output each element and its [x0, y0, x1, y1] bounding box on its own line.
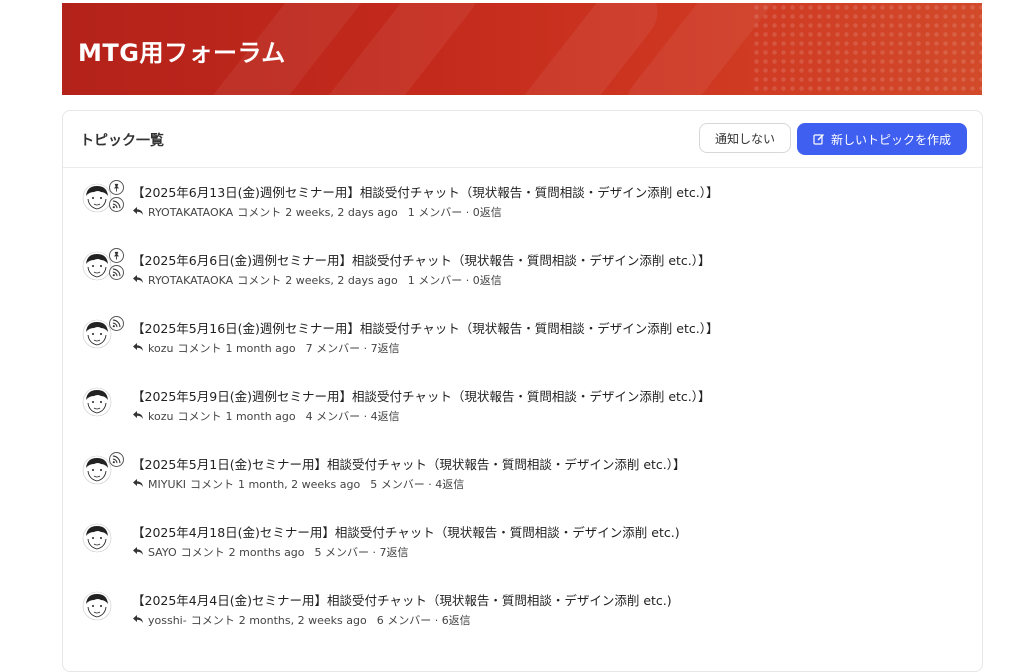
banner-dot-pattern: [752, 3, 982, 95]
topic-author[interactable]: RYOTAKATAOKA: [148, 206, 233, 219]
comment-label: コメント: [237, 206, 282, 219]
new-topic-button[interactable]: 新しいトピックを作成: [796, 123, 967, 155]
topic-avatar-group: [80, 587, 128, 627]
topic-row[interactable]: 【2025年4月4日(金)セミナー用】相談受付チャット（現状報告・質問相談・デザ…: [80, 587, 960, 643]
forum-banner: MTG用フォーラム: [62, 3, 982, 95]
topic-meta: MIYUKI コメント 1 month, 2 weeks ago 5 メンバー …: [132, 476, 464, 492]
topic-avatar-group: [80, 519, 128, 559]
topic-stats: 7 メンバー · 7返信: [305, 342, 400, 355]
reply-icon: [132, 478, 144, 491]
avatar[interactable]: [82, 591, 112, 621]
topic-meta: RYOTAKATAOKA コメント 2 weeks, 2 days ago 1 …: [132, 204, 502, 220]
topic-row[interactable]: 【2025年5月9日(金)週例セミナー用】相談受付チャット（現状報告・質問相談・…: [80, 383, 960, 439]
topic-stats: 1 メンバー · 0返信: [407, 206, 502, 219]
topic-row[interactable]: 【2025年5月16日(金)週例セミナー用】相談受付チャット（現状報告・質問相談…: [80, 315, 960, 371]
topic-title-link[interactable]: 【2025年6月6日(金)週例セミナー用】相談受付チャット（現状報告・質問相談・…: [132, 250, 711, 269]
topic-title-link[interactable]: 【2025年5月9日(金)週例セミナー用】相談受付チャット（現状報告・質問相談・…: [132, 386, 711, 405]
topic-stats: 6 メンバー · 6返信: [376, 614, 471, 627]
topic-last-activity: 2 weeks, 2 days ago: [285, 205, 398, 219]
rss-icon: [109, 452, 124, 467]
comment-label: コメント: [177, 342, 222, 355]
topic-list-panel: トピック一覧 通知しない 新しいトピックを作成 【2025年6月13日(金)週例…: [62, 110, 983, 672]
topic-meta: RYOTAKATAOKA コメント 2 weeks, 2 days ago 1 …: [132, 272, 502, 288]
topic-avatar-group: [80, 179, 128, 219]
edit-icon: [813, 134, 824, 145]
new-topic-label: 新しいトピックを作成: [830, 132, 951, 147]
avatar[interactable]: [82, 183, 112, 213]
topic-author[interactable]: yosshi-: [148, 614, 187, 627]
topic-avatar-group: [80, 451, 128, 491]
reply-icon: [132, 614, 144, 627]
reply-icon: [132, 342, 144, 355]
avatar[interactable]: [82, 319, 112, 349]
comment-label: コメント: [190, 614, 235, 627]
topic-title-link[interactable]: 【2025年5月16日(金)週例セミナー用】相談受付チャット（現状報告・質問相談…: [132, 318, 718, 337]
topic-author[interactable]: RYOTAKATAOKA: [148, 274, 233, 287]
comment-label: コメント: [189, 478, 234, 491]
topic-stats: 5 メンバー · 4返信: [370, 478, 465, 491]
rss-icon: [109, 197, 124, 212]
mute-notifications-button[interactable]: 通知しない: [698, 123, 791, 153]
topic-last-activity: 2 weeks, 2 days ago: [285, 273, 398, 287]
topic-author[interactable]: SAYO: [148, 546, 177, 559]
avatar[interactable]: [82, 523, 112, 553]
topic-meta: kozu コメント 1 month ago 4 メンバー · 4返信: [132, 408, 400, 424]
topic-author[interactable]: kozu: [148, 342, 173, 355]
topic-stats: 4 メンバー · 4返信: [305, 410, 400, 423]
topic-list-title: トピック一覧: [80, 133, 164, 149]
rss-icon: [109, 316, 124, 331]
topic-row[interactable]: 【2025年6月13日(金)週例セミナー用】相談受付チャット（現状報告・質問相談…: [80, 179, 960, 235]
pin-icon: [109, 180, 124, 195]
topic-row[interactable]: 【2025年5月1日(金)セミナー用】相談受付チャット（現状報告・質問相談・デザ…: [80, 451, 960, 507]
topic-title-link[interactable]: 【2025年6月13日(金)週例セミナー用】相談受付チャット（現状報告・質問相談…: [132, 182, 718, 201]
topic-meta: kozu コメント 1 month ago 7 メンバー · 7返信: [132, 340, 400, 356]
rss-icon: [109, 265, 124, 280]
topic-last-activity: 2 months ago: [228, 545, 305, 559]
topic-row[interactable]: 【2025年4月18日(金)セミナー用】相談受付チャット（現状報告・質問相談・デ…: [80, 519, 960, 575]
topic-last-activity: 1 month, 2 weeks ago: [237, 477, 361, 491]
topic-avatar-group: [80, 247, 128, 287]
avatar[interactable]: [82, 387, 112, 417]
topic-meta: SAYO コメント 2 months ago 5 メンバー · 7返信: [132, 544, 409, 560]
topic-last-activity: 2 months, 2 weeks ago: [238, 613, 367, 627]
topic-title-link[interactable]: 【2025年5月1日(金)セミナー用】相談受付チャット（現状報告・質問相談・デザ…: [132, 454, 686, 473]
avatar[interactable]: [82, 455, 112, 485]
topic-avatar-group: [80, 383, 128, 423]
topic-stats: 5 メンバー · 7返信: [314, 546, 409, 559]
topic-avatar-group: [80, 315, 128, 355]
comment-label: コメント: [177, 410, 222, 423]
topic-title-link[interactable]: 【2025年4月18日(金)セミナー用】相談受付チャット（現状報告・質問相談・デ…: [132, 522, 680, 541]
avatar[interactable]: [82, 251, 112, 281]
reply-icon: [132, 274, 144, 287]
comment-label: コメント: [237, 274, 282, 287]
reply-icon: [132, 410, 144, 423]
reply-icon: [132, 206, 144, 219]
topic-list-header: トピック一覧 通知しない 新しいトピックを作成: [63, 111, 982, 168]
pin-icon: [109, 248, 124, 263]
topic-stats: 1 メンバー · 0返信: [407, 274, 502, 287]
topic-last-activity: 1 month ago: [225, 341, 296, 355]
topic-meta: yosshi- コメント 2 months, 2 weeks ago 6 メンバ…: [132, 612, 471, 628]
topic-last-activity: 1 month ago: [225, 409, 296, 423]
topic-author[interactable]: MIYUKI: [148, 478, 186, 491]
forum-title: MTG用フォーラム: [78, 39, 286, 67]
topic-row[interactable]: 【2025年6月6日(金)週例セミナー用】相談受付チャット（現状報告・質問相談・…: [80, 247, 960, 303]
comment-label: コメント: [180, 546, 225, 559]
topic-author[interactable]: kozu: [148, 410, 173, 423]
reply-icon: [132, 546, 144, 559]
topic-title-link[interactable]: 【2025年4月4日(金)セミナー用】相談受付チャット（現状報告・質問相談・デザ…: [132, 590, 672, 609]
